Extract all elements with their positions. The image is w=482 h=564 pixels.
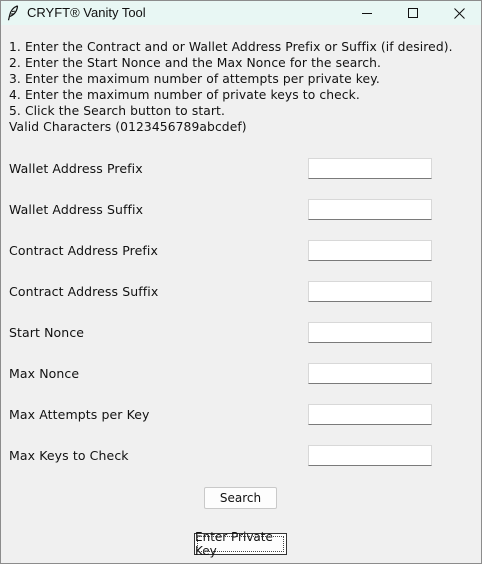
start-nonce-row: Start Nonce bbox=[1, 322, 481, 346]
contract-suffix-label: Contract Address Suffix bbox=[9, 284, 159, 299]
wallet-suffix-input[interactable] bbox=[308, 199, 432, 220]
maximize-icon bbox=[408, 8, 418, 18]
max-nonce-input[interactable] bbox=[308, 363, 432, 384]
maximize-button[interactable] bbox=[390, 1, 436, 25]
contract-suffix-input[interactable] bbox=[308, 281, 432, 302]
search-button[interactable]: Search bbox=[204, 487, 277, 509]
max-keys-row: Max Keys to Check bbox=[1, 445, 481, 469]
max-nonce-label: Max Nonce bbox=[9, 366, 80, 381]
max-attempts-label: Max Attempts per Key bbox=[9, 407, 150, 422]
close-button[interactable] bbox=[436, 1, 482, 25]
instruction-line: 3. Enter the maximum number of attempts … bbox=[9, 72, 380, 86]
instruction-line: 4. Enter the maximum number of private k… bbox=[9, 88, 360, 102]
instruction-line: 2. Enter the Start Nonce and the Max Non… bbox=[9, 56, 382, 70]
start-nonce-input[interactable] bbox=[308, 322, 432, 343]
minimize-button[interactable] bbox=[344, 1, 390, 25]
wallet-prefix-label: Wallet Address Prefix bbox=[9, 161, 143, 176]
contract-prefix-row: Contract Address Prefix bbox=[1, 240, 481, 264]
wallet-suffix-row: Wallet Address Suffix bbox=[1, 199, 481, 223]
wallet-prefix-row: Wallet Address Prefix bbox=[1, 158, 481, 182]
window-title: CRYFT® Vanity Tool bbox=[27, 5, 146, 20]
instruction-line: 1. Enter the Contract and or Wallet Addr… bbox=[9, 40, 453, 54]
title-bar[interactable]: CRYFT® Vanity Tool bbox=[1, 1, 481, 25]
app-window: CRYFT® Vanity Tool 1. Enter the Contract… bbox=[0, 0, 482, 564]
instructions-block: 1. Enter the Contract and or Wallet Addr… bbox=[9, 39, 453, 135]
max-nonce-row: Max Nonce bbox=[1, 363, 481, 387]
minimize-icon bbox=[362, 8, 372, 18]
max-attempts-input[interactable] bbox=[308, 404, 432, 425]
instruction-line: 5. Click the Search button to start. bbox=[9, 104, 225, 118]
start-nonce-label: Start Nonce bbox=[9, 325, 85, 340]
enter-private-key-button[interactable]: Enter Private Key bbox=[194, 530, 287, 558]
max-keys-input[interactable] bbox=[308, 445, 432, 466]
max-attempts-row: Max Attempts per Key bbox=[1, 404, 481, 428]
contract-prefix-input[interactable] bbox=[308, 240, 432, 261]
contract-prefix-label: Contract Address Prefix bbox=[9, 243, 158, 258]
enter-private-key-label: Enter Private Key bbox=[195, 530, 273, 558]
close-icon bbox=[453, 7, 465, 19]
max-keys-label: Max Keys to Check bbox=[9, 448, 129, 463]
feather-icon bbox=[7, 5, 19, 21]
valid-characters-note: Valid Characters (0123456789abcdef) bbox=[9, 120, 247, 134]
wallet-suffix-label: Wallet Address Suffix bbox=[9, 202, 144, 217]
wallet-prefix-input[interactable] bbox=[308, 158, 432, 179]
contract-suffix-row: Contract Address Suffix bbox=[1, 281, 481, 305]
